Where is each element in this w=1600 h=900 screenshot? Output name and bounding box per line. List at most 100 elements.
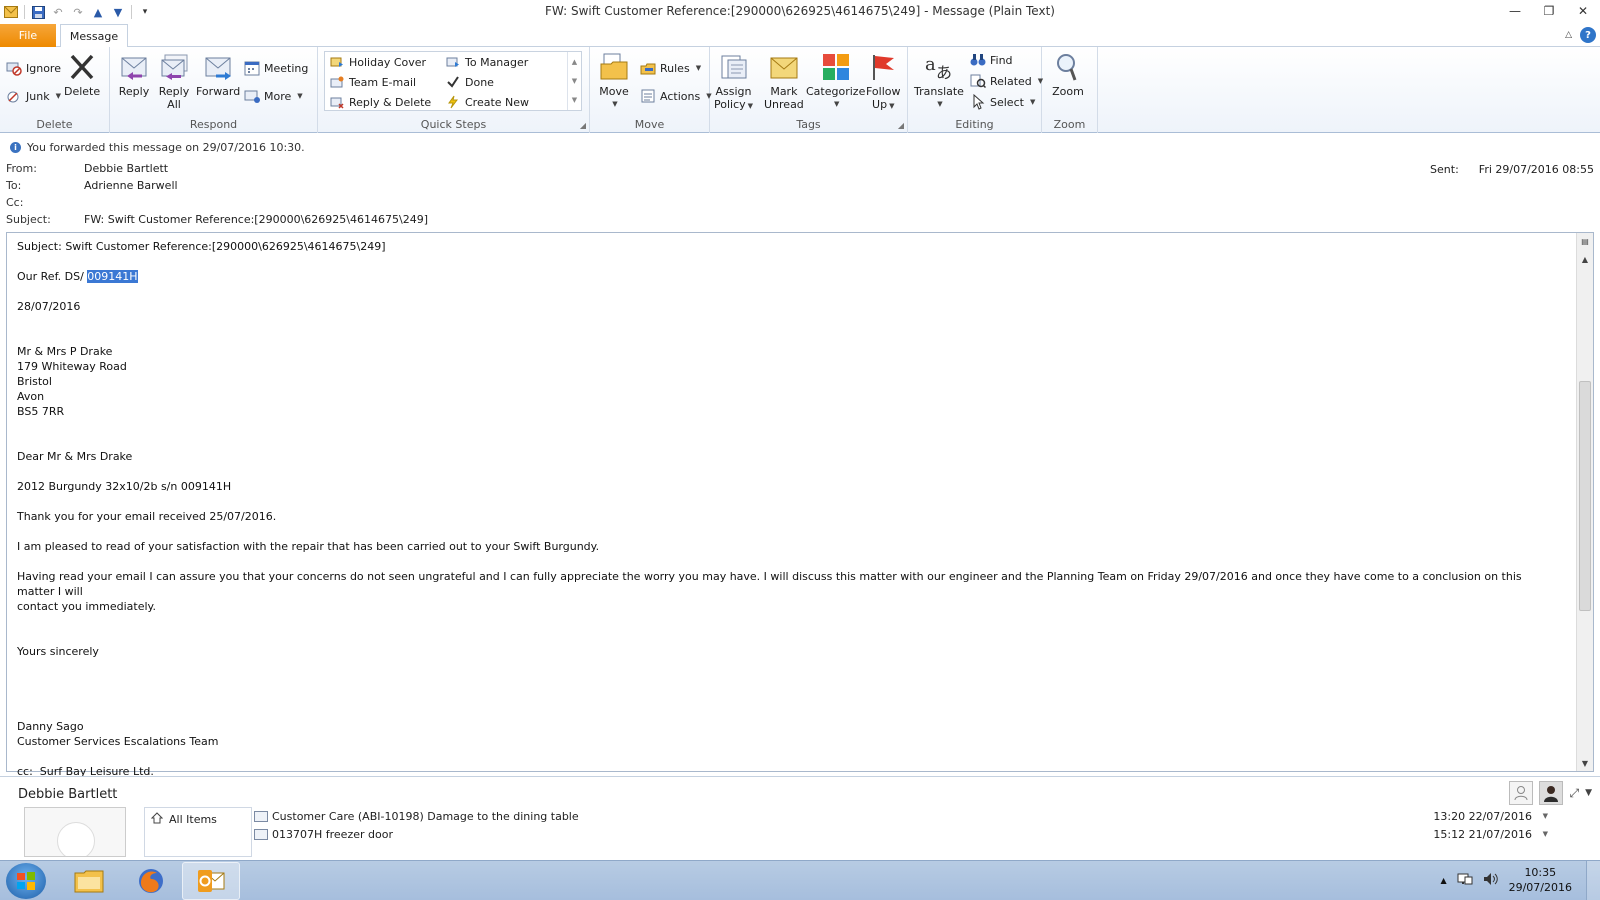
quick-steps-gallery: Holiday Cover Team E-mail Reply & Delete… [324,51,582,111]
tab-message[interactable]: Message [60,24,128,48]
address-line: 179 Whiteway Road [17,360,127,373]
zoom-button[interactable]: Zoom [1052,51,1084,98]
scroll-up-icon[interactable]: ▲ [1577,251,1593,267]
chevron-down-icon[interactable]: ▼ [1585,788,1592,798]
outlook-taskbar-button[interactable] [182,862,240,900]
scrollbar-thumb[interactable] [1579,381,1591,611]
related-button[interactable]: Related ▼ [970,72,1043,90]
from-value[interactable]: Debbie Bartlett [84,162,168,175]
related-icon [970,73,986,89]
forward-button[interactable]: Forward [196,51,240,98]
more-icon [244,88,260,104]
find-button[interactable]: Find [970,51,1013,69]
related-mail-list: Customer Care (ABI-10198) Damage to the … [254,807,1584,857]
assign-policy-button[interactable]: Assign Policy ▼ [714,51,753,113]
all-items-filter[interactable]: All Items [145,808,251,831]
tab-file[interactable]: File [0,24,56,47]
restore-icon[interactable]: ❐ [1532,0,1566,22]
select-button[interactable]: Select ▼ [970,93,1035,111]
explorer-taskbar-button[interactable] [60,862,118,900]
chevron-down-icon: ▼ [747,102,754,110]
redo-icon[interactable]: ↷ [71,5,85,19]
quick-step-create-new[interactable]: Create New [445,93,529,111]
expand-gallery-icon[interactable]: ▼ [572,96,577,104]
chevron-down-icon[interactable]: ▼ [1543,830,1548,838]
scroll-options-icon[interactable]: ▤ [1577,233,1593,249]
scroll-down-icon[interactable]: ▼ [1577,755,1593,771]
help-icon[interactable]: ? [1580,27,1596,43]
actions-button[interactable]: Actions ▼ [640,87,712,105]
dialog-launcher-icon[interactable]: ◢ [580,121,586,130]
categorize-button[interactable]: Categorize ▼ [806,51,865,111]
body-scrollbar[interactable]: ▤ ▲ ▼ [1576,233,1593,771]
dialog-launcher-icon[interactable]: ◢ [898,121,904,130]
quick-step-reply-delete[interactable]: Reply & Delete [329,93,431,111]
group-tags: Assign Policy ▼ Mark Unread Categorize ▼ … [710,47,908,133]
move-folder-icon [598,51,630,83]
previous-item-icon[interactable]: ▲ [91,5,105,19]
start-button[interactable] [6,863,46,899]
follow-up-button[interactable]: Follow Up ▼ [866,51,901,113]
minimize-ribbon-icon[interactable]: △ [1565,30,1572,40]
clock[interactable]: 10:35 29/07/2016 [1509,865,1572,895]
message-body-text[interactable]: Subject: Swift Customer Reference:[29000… [17,239,1562,779]
magnifier-icon [1052,51,1084,83]
team-mail-icon [329,74,345,90]
undo-icon[interactable]: ↶ [51,5,65,19]
chevron-up-icon[interactable]: ▲ [572,58,577,66]
group-label-move: Move [634,118,665,131]
forward-mail-icon [329,54,345,70]
selected-text[interactable]: 009141H [87,270,138,283]
person-outline-icon[interactable] [1509,781,1534,805]
more-respond-button[interactable]: More ▼ [244,87,303,105]
group-zoom: Zoom Zoom [1042,47,1098,133]
chevron-down-icon[interactable]: ▼ [572,77,577,85]
folder-icon [74,870,104,893]
minimize-icon[interactable]: — [1498,0,1532,22]
close-icon[interactable]: ✕ [1566,0,1600,22]
translate-button[interactable]: aあ Translate ▼ [914,51,964,111]
body-paragraph: Having read your email I can assure you … [17,570,1526,598]
junk-button[interactable]: Junk ▼ [6,87,61,105]
delete-button[interactable]: Delete [64,51,100,98]
group-respond: Reply Reply All Forward Meeting More ▼ R… [110,47,318,133]
list-item[interactable]: Customer Care (ABI-10198) Damage to the … [254,807,1584,825]
save-icon[interactable] [31,5,45,19]
chevron-down-icon: ▼ [55,92,61,100]
svg-text:あ: あ [936,63,952,82]
reply-all-button[interactable]: Reply All [158,51,190,111]
quick-steps-scroll[interactable]: ▲ ▼ ▼ [567,52,581,110]
envelope-app-icon[interactable] [4,5,18,19]
contact-photo-icon[interactable] [1539,781,1564,805]
move-button[interactable]: Move ▼ [598,51,630,111]
volume-icon[interactable] [1483,872,1499,889]
info-bar[interactable]: i You forwarded this message on 29/07/20… [0,139,305,155]
chevron-down-icon[interactable]: ▼ [1543,812,1548,820]
network-icon[interactable] [1457,872,1473,889]
quick-step-done[interactable]: Done [445,73,494,91]
avatar-placeholder-icon [57,822,95,856]
quick-step-holiday-cover[interactable]: Holiday Cover [329,53,426,71]
ignore-button[interactable]: Ignore [6,59,61,77]
list-item[interactable]: 013707H freezer door 15:12 21/07/2016 ▼ [254,825,1584,843]
show-desktop-button[interactable] [1586,861,1600,900]
to-value[interactable]: Adrienne Barwell [84,179,178,192]
firefox-taskbar-button[interactable] [122,862,180,900]
next-item-icon[interactable]: ▼ [111,5,125,19]
envelope-icon [254,828,268,840]
rules-icon [640,60,656,76]
mark-unread-button[interactable]: Mark Unread [764,51,804,111]
cc-row: Cc: [6,195,24,209]
reply-all-icon [158,51,190,83]
quick-step-team-email[interactable]: Team E-mail [329,73,416,91]
rules-button[interactable]: Rules ▼ [640,59,701,77]
customize-qat-icon[interactable]: ▾ [138,5,152,19]
quick-step-to-manager[interactable]: To Manager [445,53,528,71]
body-paragraph: I am pleased to read of your satisfactio… [17,540,600,553]
expand-icon[interactable]: ⤢ [1569,786,1579,801]
reply-button[interactable]: Reply [118,51,150,98]
sent-info: Sent: Fri 29/07/2016 08:55 [1430,163,1594,176]
meeting-button[interactable]: Meeting [244,59,308,77]
message-body[interactable]: Subject: Swift Customer Reference:[29000… [6,232,1594,778]
show-hidden-icons-icon[interactable]: ▲ [1440,876,1446,885]
